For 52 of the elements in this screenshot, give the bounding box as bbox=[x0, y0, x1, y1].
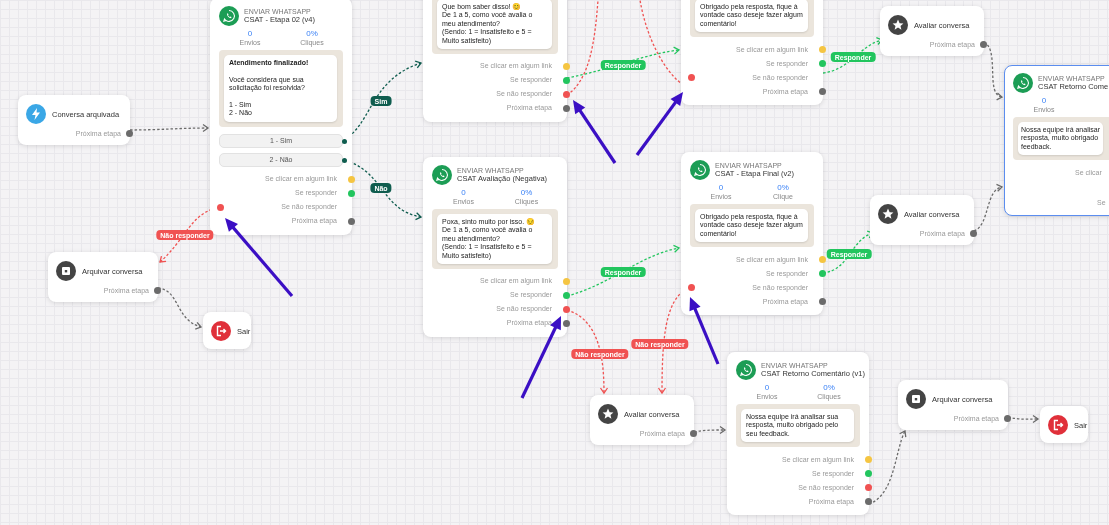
exit-icon bbox=[1048, 415, 1068, 435]
stat-value: 0 bbox=[1041, 96, 1047, 105]
output-port[interactable] bbox=[819, 60, 826, 68]
annotation-arrow bbox=[635, 92, 683, 156]
exit-icon bbox=[211, 321, 231, 341]
stat-value: 0 bbox=[764, 383, 770, 392]
archive-icon bbox=[56, 261, 76, 281]
output-port[interactable] bbox=[980, 41, 987, 48]
message-node[interactable] bbox=[727, 352, 869, 516]
lightning-icon bbox=[26, 104, 46, 124]
output-port[interactable] bbox=[217, 203, 224, 211]
whatsapp-icon bbox=[219, 6, 239, 26]
output-port[interactable] bbox=[865, 484, 872, 492]
whatsapp-icon bbox=[736, 360, 756, 380]
output-port[interactable] bbox=[819, 88, 826, 96]
output-port[interactable] bbox=[563, 305, 570, 313]
message-node[interactable] bbox=[423, 157, 567, 337]
stat-value: 0% bbox=[777, 183, 789, 192]
output-port[interactable] bbox=[154, 287, 161, 294]
output-port[interactable] bbox=[865, 498, 872, 506]
stat-value: 0% bbox=[306, 29, 318, 38]
option-port[interactable] bbox=[342, 157, 347, 163]
output-port[interactable] bbox=[563, 90, 570, 98]
whatsapp-icon bbox=[432, 165, 452, 185]
output-port[interactable] bbox=[563, 104, 570, 112]
annotation-arrow bbox=[689, 297, 720, 365]
message-node[interactable] bbox=[210, 0, 352, 235]
output-port[interactable] bbox=[690, 430, 697, 437]
output-port[interactable] bbox=[348, 217, 355, 225]
whatsapp-icon bbox=[1013, 73, 1033, 93]
output-port[interactable] bbox=[348, 189, 355, 197]
message-node[interactable] bbox=[681, 152, 823, 316]
output-port[interactable] bbox=[563, 319, 570, 327]
output-port[interactable] bbox=[865, 470, 872, 478]
stat-value: 0 bbox=[247, 29, 253, 38]
option-port[interactable] bbox=[342, 138, 347, 144]
output-port[interactable] bbox=[1004, 415, 1011, 422]
output-port[interactable] bbox=[563, 76, 570, 84]
stat-value: 0 bbox=[461, 188, 466, 197]
output-port[interactable] bbox=[688, 284, 695, 292]
output-port[interactable] bbox=[688, 74, 695, 82]
stat-value: 0% bbox=[520, 188, 533, 197]
output-port[interactable] bbox=[819, 270, 826, 278]
output-port[interactable] bbox=[563, 291, 570, 299]
archive-icon bbox=[906, 389, 926, 409]
output-port[interactable] bbox=[970, 230, 977, 237]
annotation-arrow bbox=[573, 100, 617, 164]
output-port[interactable] bbox=[819, 298, 826, 306]
output-port[interactable] bbox=[126, 130, 133, 137]
whatsapp-icon bbox=[690, 160, 710, 180]
stat-value: 0% bbox=[823, 383, 835, 392]
stat-value: 0 bbox=[718, 183, 724, 192]
